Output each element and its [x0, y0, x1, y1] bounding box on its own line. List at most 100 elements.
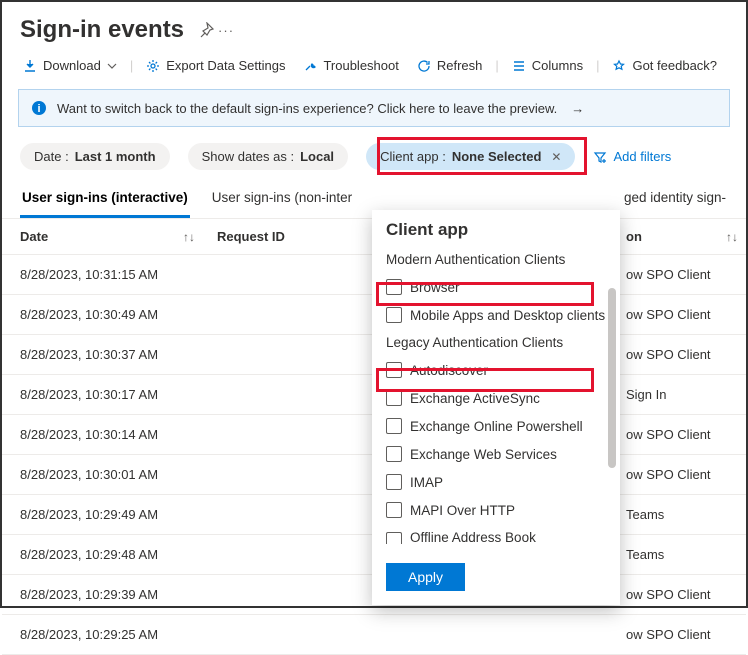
- dropdown-item-label: Mobile Apps and Desktop clients: [410, 308, 605, 323]
- filter-date-label: Date :: [34, 149, 69, 164]
- dropdown-item[interactable]: MAPI Over HTTP: [372, 496, 620, 524]
- tab-managed-identity[interactable]: ged identity sign-: [622, 184, 728, 218]
- dropdown-item-label: Autodiscover: [410, 363, 488, 378]
- command-bar: Download | Export Data Settings Troubles…: [2, 52, 746, 89]
- tab-noninteractive[interactable]: User sign-ins (non-inter: [210, 184, 354, 218]
- add-filter-icon: [593, 150, 607, 164]
- cell-date: 8/28/2023, 10:30:37 AM: [2, 335, 207, 374]
- table-row[interactable]: 8/28/2023, 10:29:25 AM ow SPO Client: [2, 615, 746, 655]
- cell-date: 8/28/2023, 10:31:15 AM: [2, 255, 207, 294]
- preview-banner[interactable]: i Want to switch back to the default sig…: [18, 89, 730, 127]
- gear-icon: [146, 59, 160, 73]
- columns-icon: [512, 59, 526, 73]
- dropdown-item-label: Exchange ActiveSync: [410, 391, 540, 406]
- cell-right: ow SPO Client: [626, 575, 746, 614]
- cell-right: Sign In: [626, 375, 746, 414]
- column-date[interactable]: Date ↑↓: [2, 229, 207, 244]
- feedback-button[interactable]: Got feedback?: [609, 52, 720, 79]
- cell-date: 8/28/2023, 10:29:25 AM: [2, 615, 207, 654]
- banner-text: Want to switch back to the default sign-…: [57, 101, 557, 116]
- page-title: Sign-in events: [20, 16, 184, 44]
- troubleshoot-button[interactable]: Troubleshoot: [300, 52, 401, 79]
- cell-right: Teams: [626, 495, 746, 534]
- cell-right: ow SPO Client: [626, 255, 746, 294]
- scrollbar[interactable]: [608, 288, 616, 468]
- dropdown-item[interactable]: Autodiscover: [372, 356, 620, 384]
- cell-date: 8/28/2023, 10:30:01 AM: [2, 455, 207, 494]
- dropdown-item-label: Exchange Web Services: [410, 447, 557, 462]
- dropdown-title: Client app: [372, 210, 620, 246]
- dropdown-item[interactable]: Offline Address Book: [372, 524, 620, 551]
- apply-button[interactable]: Apply: [386, 563, 465, 591]
- divider: |: [596, 58, 599, 73]
- filter-date-value: Last 1 month: [75, 149, 156, 164]
- column-request-label: Request ID: [217, 229, 285, 244]
- dropdown-item[interactable]: Exchange ActiveSync: [372, 384, 620, 412]
- refresh-button[interactable]: Refresh: [414, 52, 486, 79]
- refresh-label: Refresh: [437, 58, 483, 73]
- cell-date: 8/28/2023, 10:30:14 AM: [2, 415, 207, 454]
- divider: |: [130, 58, 133, 73]
- cell-date: 8/28/2023, 10:29:49 AM: [2, 495, 207, 534]
- filter-clientapp-label: Client app :: [380, 149, 446, 164]
- dropdown-item[interactable]: IMAP: [372, 468, 620, 496]
- feedback-icon: [612, 59, 626, 73]
- filter-showdates-label: Show dates as :: [202, 149, 295, 164]
- chevron-down-icon: [107, 61, 117, 71]
- dropdown-section-legacy: Legacy Authentication Clients: [372, 329, 620, 356]
- cell-mid: [207, 615, 626, 654]
- column-date-label: Date: [20, 229, 48, 244]
- dropdown-section-modern: Modern Authentication Clients: [372, 246, 620, 273]
- cell-right: Teams: [626, 535, 746, 574]
- cell-right: ow SPO Client: [626, 455, 746, 494]
- refresh-icon: [417, 59, 431, 73]
- tab-interactive[interactable]: User sign-ins (interactive): [20, 184, 190, 218]
- cell-right: ow SPO Client: [626, 335, 746, 374]
- troubleshoot-label: Troubleshoot: [323, 58, 398, 73]
- column-right-label: on: [626, 229, 642, 244]
- svg-text:i: i: [37, 103, 40, 115]
- checkbox-icon: [386, 390, 402, 406]
- cell-date: 8/28/2023, 10:29:48 AM: [2, 535, 207, 574]
- divider: |: [495, 58, 498, 73]
- export-label: Export Data Settings: [166, 58, 285, 73]
- filter-showdates[interactable]: Show dates as : Local: [188, 143, 348, 170]
- cell-right: ow SPO Client: [626, 615, 746, 654]
- cell-date: 8/28/2023, 10:30:49 AM: [2, 295, 207, 334]
- columns-label: Columns: [532, 58, 583, 73]
- dropdown-item-label: Offline Address Book: [410, 530, 536, 545]
- cell-date: 8/28/2023, 10:30:17 AM: [2, 375, 207, 414]
- close-icon[interactable]: ✕: [551, 150, 561, 164]
- export-button[interactable]: Export Data Settings: [143, 52, 288, 79]
- checkbox-icon: [386, 446, 402, 462]
- dropdown-item-label: IMAP: [410, 475, 443, 490]
- more-icon[interactable]: ···: [218, 23, 234, 38]
- cell-date: 8/28/2023, 10:29:39 AM: [2, 575, 207, 614]
- dropdown-item[interactable]: Browser: [372, 273, 620, 301]
- column-right[interactable]: on ↑↓: [626, 229, 746, 244]
- clientapp-dropdown: Client app Modern Authentication Clients…: [372, 210, 620, 605]
- add-filters-button[interactable]: Add filters: [593, 149, 671, 164]
- checkbox-icon: [386, 362, 402, 378]
- filter-clientapp[interactable]: Client app : None Selected ✕: [366, 143, 575, 170]
- checkbox-icon: [386, 502, 402, 518]
- dropdown-item-label: Exchange Online Powershell: [410, 419, 583, 434]
- filter-date[interactable]: Date : Last 1 month: [20, 143, 170, 170]
- cell-right: ow SPO Client: [626, 415, 746, 454]
- sort-icon: ↑↓: [183, 230, 195, 244]
- columns-button[interactable]: Columns: [509, 52, 586, 79]
- download-button[interactable]: Download: [20, 52, 120, 79]
- filter-showdates-value: Local: [300, 149, 334, 164]
- dropdown-item[interactable]: Exchange Web Services: [372, 440, 620, 468]
- pin-icon[interactable]: [198, 22, 214, 38]
- dropdown-item[interactable]: Mobile Apps and Desktop clients: [372, 301, 620, 329]
- checkbox-icon: [386, 474, 402, 490]
- dropdown-item-label: Browser: [410, 280, 460, 295]
- checkbox-icon: [386, 532, 402, 544]
- dropdown-item[interactable]: Exchange Online Powershell: [372, 412, 620, 440]
- checkbox-icon: [386, 307, 402, 323]
- info-icon: i: [31, 100, 47, 116]
- add-filters-label: Add filters: [613, 149, 671, 164]
- arrow-right-icon: →: [571, 101, 584, 116]
- checkbox-icon: [386, 418, 402, 434]
